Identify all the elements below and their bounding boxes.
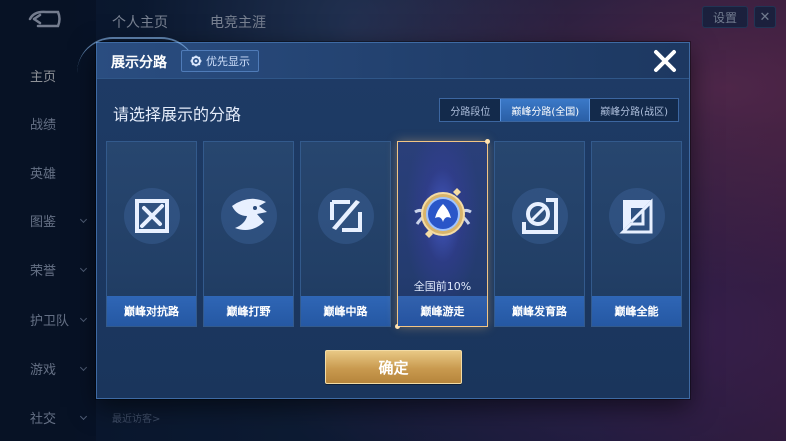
card-label: 巅峰发育路 bbox=[495, 296, 584, 326]
lane-display-dialog: 展示分路 优先显示 请选择展示的分路 分路段位 巅峰分路(全国) 巅峰分路(战区… bbox=[77, 37, 690, 399]
priority-display-button[interactable]: 优先显示 bbox=[181, 50, 259, 72]
lane-type-segmented-control: 分路段位 巅峰分路(全国) 巅峰分路(战区) bbox=[439, 98, 679, 122]
sparkle-icon bbox=[485, 139, 490, 144]
lane-cards: 巅峰对抗路 巅峰打野 巅峰中路 全国前10% 巅峰游走 巅峰发育路 巅峰全能 bbox=[106, 139, 682, 329]
priority-label: 优先显示 bbox=[206, 55, 250, 68]
lane-card-mid[interactable]: 巅峰中路 bbox=[300, 141, 391, 327]
farm-lane-icon bbox=[512, 188, 568, 244]
card-label: 巅峰游走 bbox=[398, 296, 487, 326]
dialog-title: 展示分路 bbox=[111, 55, 167, 71]
card-label: 巅峰打野 bbox=[204, 296, 293, 326]
close-button[interactable] bbox=[651, 47, 679, 75]
jungle-icon bbox=[221, 188, 277, 244]
all-round-icon bbox=[609, 188, 665, 244]
lane-card-jungle[interactable]: 巅峰打野 bbox=[203, 141, 294, 327]
rank-percentile: 全国前10% bbox=[413, 280, 472, 293]
dialog-subtitle: 请选择展示的分路 bbox=[113, 105, 242, 124]
lane-card-roam[interactable]: 全国前10% 巅峰游走 bbox=[395, 139, 490, 329]
roam-icon bbox=[414, 188, 472, 238]
lane-card-all-round[interactable]: 巅峰全能 bbox=[591, 141, 682, 327]
tab-peak-lane-national[interactable]: 巅峰分路(全国) bbox=[500, 99, 591, 121]
lane-card-farm[interactable]: 巅峰发育路 bbox=[494, 141, 585, 327]
tab-peak-lane-region[interactable]: 巅峰分路(战区) bbox=[590, 99, 678, 121]
close-icon bbox=[654, 50, 676, 72]
gear-icon bbox=[190, 55, 202, 67]
mid-lane-icon bbox=[318, 188, 374, 244]
lane-card-clash[interactable]: 巅峰对抗路 bbox=[106, 141, 197, 327]
tab-lane-rank[interactable]: 分路段位 bbox=[440, 99, 500, 121]
card-label: 巅峰中路 bbox=[301, 296, 390, 326]
card-label: 巅峰对抗路 bbox=[107, 296, 196, 326]
clash-lane-icon bbox=[124, 188, 180, 244]
card-label: 巅峰全能 bbox=[592, 296, 681, 326]
confirm-button[interactable]: 确定 bbox=[325, 350, 462, 384]
dialog-header: 展示分路 优先显示 bbox=[77, 37, 689, 79]
